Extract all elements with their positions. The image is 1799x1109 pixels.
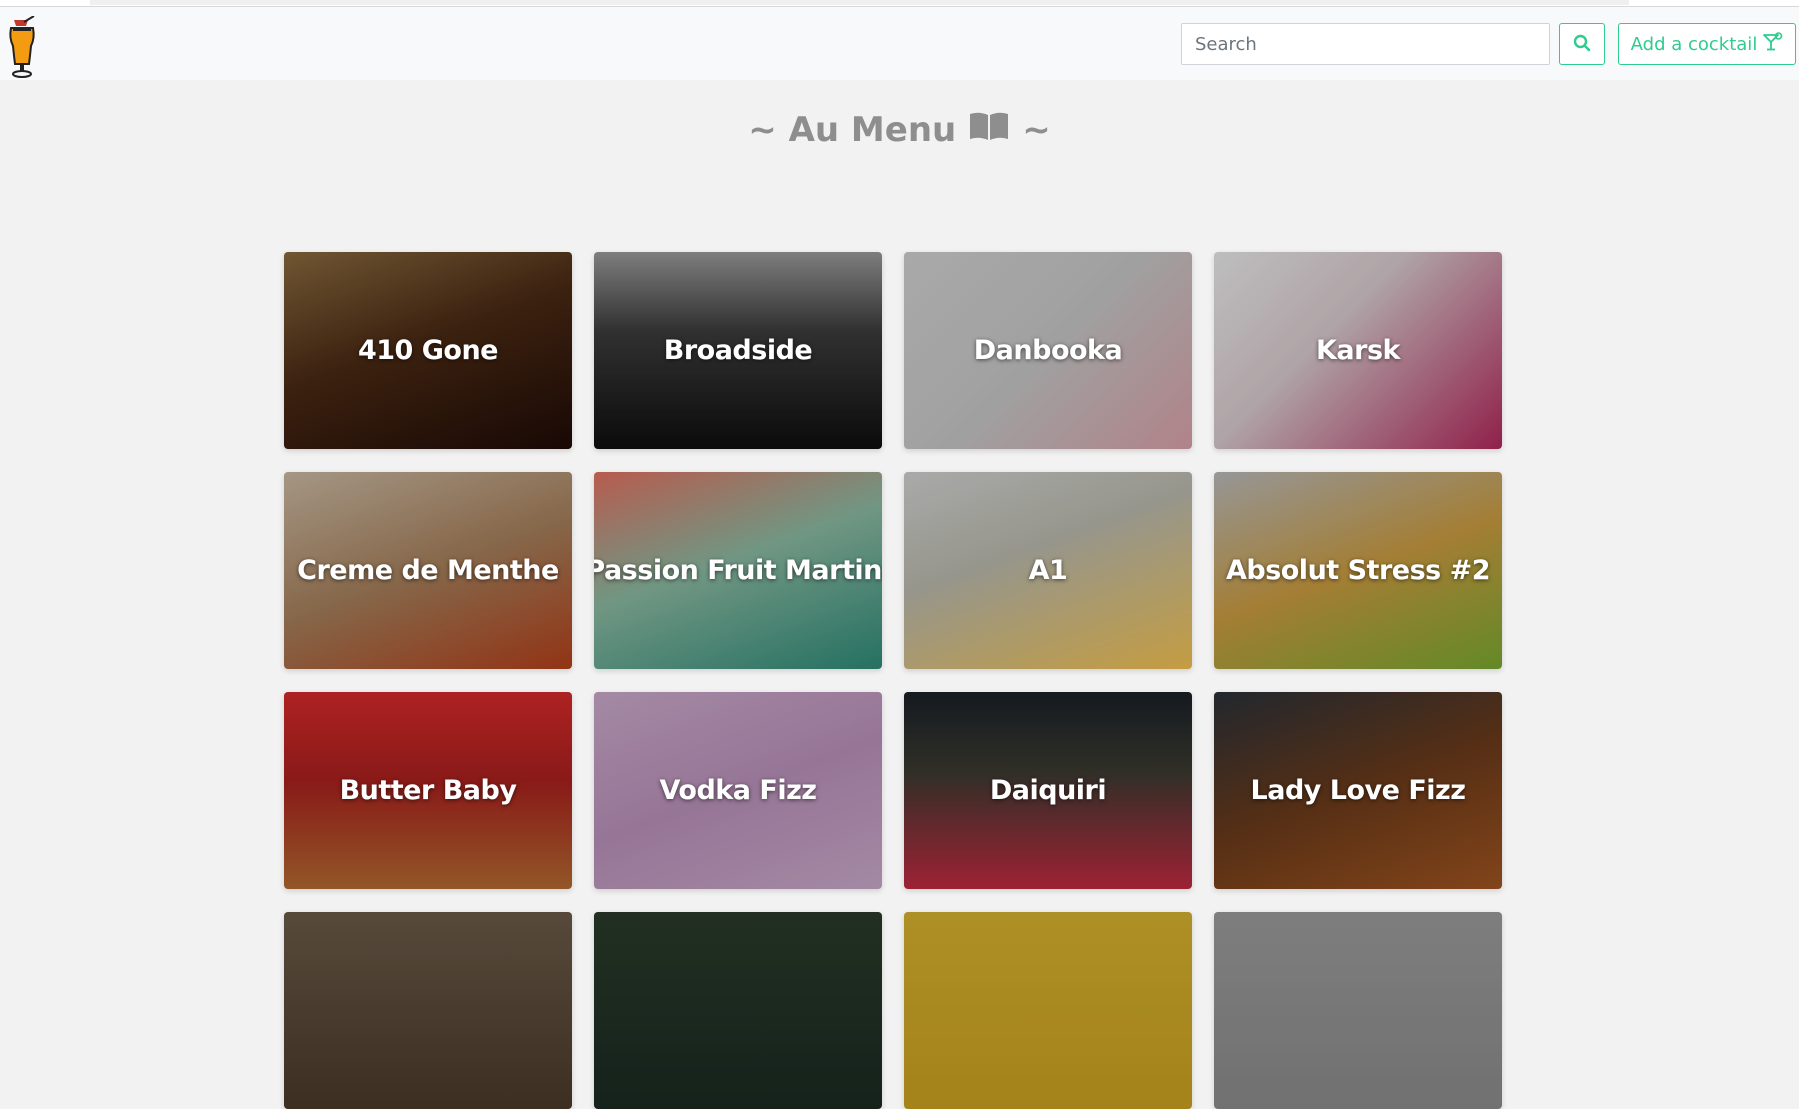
cocktail-card[interactable]: Daiquiri: [904, 692, 1192, 889]
search-input[interactable]: [1181, 23, 1550, 65]
card-overlay: [284, 912, 572, 1109]
cocktail-card[interactable]: Vodka Fizz: [594, 692, 882, 889]
cocktail-glass-icon[interactable]: [4, 15, 40, 78]
cocktail-card[interactable]: Butter Baby: [284, 692, 572, 889]
cocktail-name: Danbooka: [973, 335, 1123, 366]
cocktail-name: Creme de Menthe: [297, 555, 559, 586]
cocktail-name: Vodka Fizz: [659, 775, 818, 806]
page-title: ~ Au Menu ~: [0, 108, 1799, 151]
card-overlay: [904, 912, 1192, 1109]
card-overlay: [594, 912, 882, 1109]
card-overlay: [1214, 912, 1502, 1109]
cocktail-name: Broadside: [663, 335, 813, 366]
cocktail-card[interactable]: [594, 912, 882, 1109]
cocktail-card[interactable]: Passion Fruit Martini: [594, 472, 882, 669]
cocktail-name: Daiquiri: [989, 775, 1107, 806]
cocktail-card[interactable]: Creme de Menthe: [284, 472, 572, 669]
cocktail-card[interactable]: [1214, 912, 1502, 1109]
cocktail-icon: [1763, 31, 1783, 57]
search-button[interactable]: [1559, 23, 1605, 65]
cocktail-name: Absolut Stress #2: [1225, 555, 1491, 586]
add-cocktail-label: Add a cocktail: [1630, 33, 1758, 55]
cocktail-card[interactable]: Broadside: [594, 252, 882, 449]
cocktail-card[interactable]: Karsk: [1214, 252, 1502, 449]
cocktail-grid: 410 Gone Broadside Danbooka Karsk Creme de M…: [284, 252, 1505, 1109]
search-icon: [1573, 34, 1591, 55]
cocktail-name: Butter Baby: [339, 775, 517, 806]
cocktail-name: Lady Love Fizz: [1250, 775, 1466, 806]
page-title-prefix: ~ Au Menu: [748, 109, 957, 150]
cocktail-name: 410 Gone: [357, 335, 499, 366]
page-title-suffix: ~: [1022, 109, 1051, 150]
cocktail-name: A1: [1028, 555, 1068, 586]
cocktail-card[interactable]: Danbooka: [904, 252, 1192, 449]
navbar: Add a cocktail: [0, 7, 1799, 80]
cocktail-name: Karsk: [1316, 335, 1400, 366]
cocktail-card[interactable]: A1: [904, 472, 1192, 669]
cocktail-card[interactable]: Absolut Stress #2: [1214, 472, 1502, 669]
cocktail-card[interactable]: [904, 912, 1192, 1109]
cocktail-name: Passion Fruit Martini: [594, 555, 882, 586]
cocktail-card[interactable]: Lady Love Fizz: [1214, 692, 1502, 889]
add-cocktail-button[interactable]: Add a cocktail: [1618, 23, 1796, 65]
browser-top-strip: [0, 0, 1799, 7]
cocktail-card[interactable]: [284, 912, 572, 1109]
book-icon: [968, 108, 1010, 151]
cocktail-card[interactable]: 410 Gone: [284, 252, 572, 449]
